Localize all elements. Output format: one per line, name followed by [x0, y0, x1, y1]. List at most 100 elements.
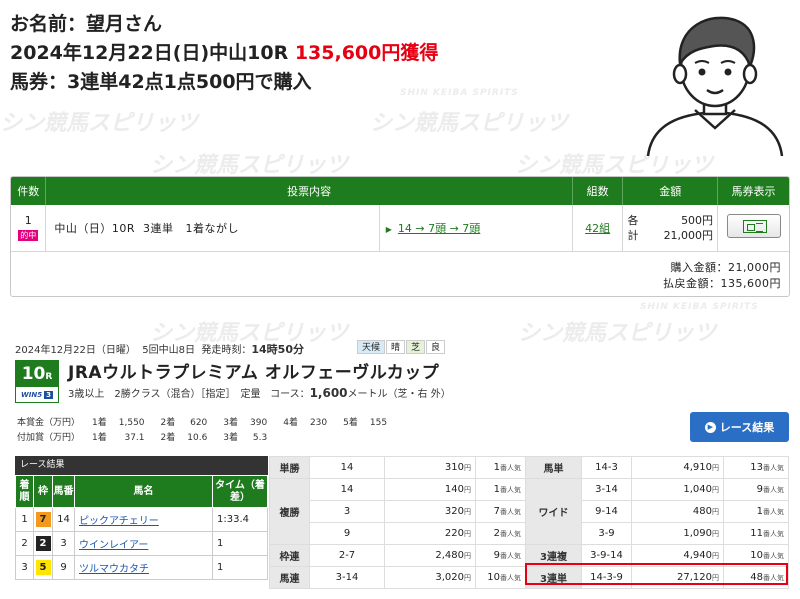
- header-view: 馬券表示: [717, 177, 789, 205]
- prize-value: 1,550: [118, 418, 145, 428]
- payout-type: 馬単: [525, 456, 582, 479]
- payout-yen: 4,910円: [631, 456, 724, 479]
- result-position: 1: [15, 507, 34, 532]
- watermark-text: シン競馬スピリッツ: [518, 321, 717, 346]
- horse-number: 3: [52, 531, 75, 556]
- payout-yen-value: 1,040: [683, 484, 712, 495]
- total-value: 21,000円: [663, 228, 714, 242]
- post-time: 14時50分: [251, 343, 304, 356]
- winnings-amount: 135,600円獲得: [294, 42, 439, 64]
- purchase-info: お名前：望月さん 2024年12月22日(日)中山10R 135,600円獲得 …: [10, 10, 438, 97]
- each-value: 500円: [681, 213, 714, 227]
- payout-yen-value: 27,120: [677, 572, 712, 583]
- watermark-text: シン競馬スピリッツ: [370, 111, 569, 136]
- payout-yen: 480円: [631, 500, 724, 523]
- payout-popularity: 13番人気: [723, 456, 789, 479]
- yen-unit: 円: [464, 508, 471, 516]
- popularity-unit: 番人気: [500, 552, 521, 560]
- payout-row: 枠連 2-7 2,480円 9番人気 3連複 3-9-14 4,940円 10番…: [269, 544, 789, 567]
- popularity-value: 13: [750, 462, 763, 473]
- total-label: 計: [627, 228, 639, 242]
- race-summary: 2024年12月22日(日)中山10R 135,600円獲得: [10, 39, 438, 68]
- payout-combo: 2-7: [309, 544, 385, 567]
- payout-yen-value: 310: [444, 462, 464, 473]
- prize-label: 付加賞（万円）: [17, 433, 81, 443]
- header-waku: 枠: [33, 475, 53, 508]
- weather-value: 晴: [386, 340, 406, 354]
- bet-description: 中山（日）10R 3連単 1着ながし: [45, 205, 380, 252]
- payout-combo: 14-3: [581, 456, 632, 479]
- prize-value: 620: [190, 418, 208, 428]
- popularity-unit: 番人気: [500, 574, 521, 582]
- header-time: タイム（着差）: [212, 475, 268, 508]
- prize-place: 2着: [160, 418, 176, 428]
- ticket-view-button[interactable]: [726, 214, 781, 239]
- payout-yen: 1,090円: [631, 522, 724, 545]
- payout-yen-value: 2,480: [435, 550, 464, 561]
- race-result-button[interactable]: ▶ レース結果: [690, 412, 789, 442]
- turf-label: 芝: [406, 340, 426, 354]
- ticket-row: 1 的中 中山（日）10R 3連単 1着ながし ▶ 14 → 7頭 → 7頭 42…: [11, 205, 789, 252]
- person-avatar-icon: [646, 16, 784, 156]
- purchase-total: 購入金額：21,000円: [670, 261, 781, 274]
- header-content: 投票内容: [45, 177, 573, 205]
- yen-unit: 円: [464, 464, 471, 472]
- watermark-text: シン競馬スピリッツ: [150, 153, 349, 178]
- ticket-icon: [742, 220, 767, 234]
- payout-combo: 3-9: [581, 522, 632, 545]
- race-time: 1:33.4: [212, 507, 268, 532]
- payout-yen: 27,120円: [631, 566, 724, 589]
- results-title: レース結果: [15, 456, 268, 475]
- prize-value: 155: [369, 418, 388, 428]
- yen-unit: 円: [464, 552, 471, 560]
- race-date: 2024年12月22日（日曜）: [15, 345, 136, 356]
- prize-place: 2着: [160, 433, 176, 443]
- popularity-unit: 番人気: [500, 486, 521, 494]
- horse-name-link[interactable]: ピックアチェリー: [74, 507, 213, 532]
- header-position: 着順: [15, 475, 34, 508]
- horse-name-link[interactable]: ツルマウカタチ: [74, 555, 213, 580]
- waku-badge: 2: [35, 536, 51, 551]
- prize-place: 1着: [92, 433, 107, 443]
- waku-cell: 2: [33, 531, 53, 556]
- payout-yen: 4,940円: [631, 544, 724, 567]
- popularity-unit: 番人気: [763, 530, 784, 538]
- payout-yen-value: 140: [444, 484, 464, 495]
- combo-count-link[interactable]: 42組: [572, 205, 624, 252]
- win5-label: WIN5: [21, 390, 43, 399]
- weather-info: 天候 晴 芝 良: [357, 340, 446, 354]
- payout-type: ワイド: [525, 478, 582, 545]
- payout-yen-value: 3,020: [435, 572, 464, 583]
- payout-yen: 2,480円: [384, 544, 476, 567]
- prize-place: 1着: [92, 418, 107, 428]
- triangle-right-icon: ▶: [385, 224, 392, 234]
- payout-type: 3連単: [525, 566, 582, 589]
- horse-name-link[interactable]: ウインレイアー: [74, 531, 213, 556]
- watermark-text: SHIN KEIBA SPIRITS: [640, 302, 759, 312]
- popularity-unit: 番人気: [500, 530, 521, 538]
- popularity-unit: 番人気: [763, 574, 784, 582]
- yen-unit: 円: [712, 552, 719, 560]
- weather-label: 天候: [357, 340, 386, 354]
- payout-combo: 3-9-14: [581, 544, 632, 567]
- header-combos: 組数: [572, 177, 624, 205]
- yen-unit: 円: [464, 530, 471, 538]
- yen-unit: 円: [464, 486, 471, 494]
- race-class: 3歳以上 2勝クラス（混合）［指定］ 定量: [68, 389, 261, 400]
- header-count: 件数: [11, 177, 47, 205]
- prize-row: 本賞金（万円） 1着 1,550 2着 620 3着 390 4着 230 5着…: [17, 417, 401, 430]
- prize-value: 230: [309, 418, 328, 428]
- table-row: 1 7 14 ピックアチェリー 1:33.4: [15, 507, 268, 532]
- payout-popularity: 9番人気: [723, 478, 789, 501]
- win5-number: 3: [44, 390, 53, 399]
- bet-horses[interactable]: ▶ 14 → 7頭 → 7頭: [379, 205, 573, 252]
- bet-type: 3連単: [143, 221, 174, 235]
- table-row: 3 5 9 ツルマウカタチ 1: [15, 555, 268, 580]
- prize-row: 付加賞（万円） 1着 37.1 2着 10.6 3着 5.3: [17, 432, 401, 445]
- course-label: コース：: [270, 389, 310, 400]
- prize-label: 本賞金（万円）: [17, 418, 81, 428]
- refund-total: 払戻金額：135,600円: [663, 277, 781, 290]
- payout-popularity: 48番人気: [723, 566, 789, 589]
- race-date-line: 2024年12月22日（日曜） 5回中山8日 発走時刻：14時50分: [15, 341, 304, 357]
- bet-horses-link[interactable]: 14 → 7頭 → 7頭: [398, 222, 480, 235]
